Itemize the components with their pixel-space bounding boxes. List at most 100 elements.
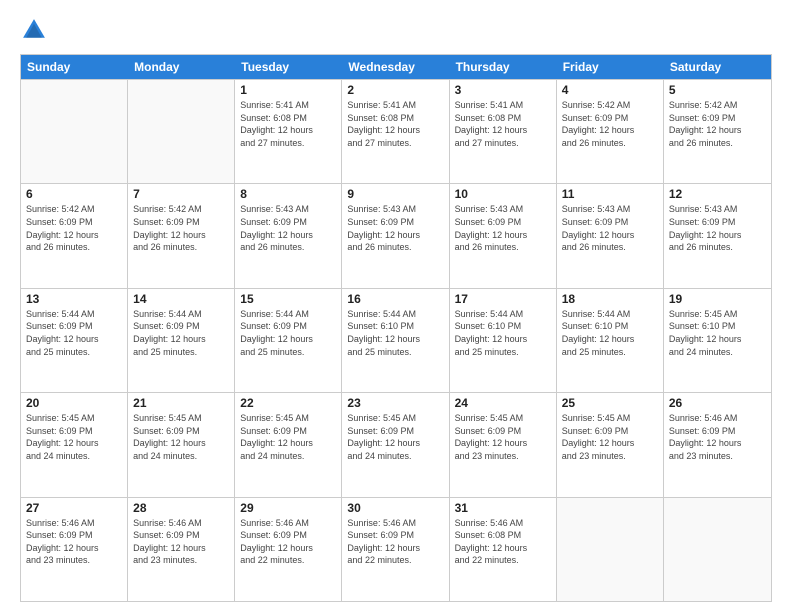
day-number: 21 (133, 396, 229, 410)
day-info: Sunrise: 5:45 AM Sunset: 6:09 PM Dayligh… (562, 412, 658, 462)
day-cell-18: 18 Sunrise: 5:44 AM Sunset: 6:10 PM Dayli… (557, 289, 664, 392)
day-cell-12: 12 Sunrise: 5:43 AM Sunset: 6:09 PM Dayli… (664, 184, 771, 287)
day-number: 12 (669, 187, 766, 201)
day-number: 15 (240, 292, 336, 306)
day-number: 2 (347, 83, 443, 97)
day-header-tuesday: Tuesday (235, 55, 342, 79)
day-cell-20: 20Sunrise: 5:45 AM Sunset: 6:09 PM Dayli… (21, 393, 128, 496)
day-number: 11 (562, 187, 658, 201)
day-cell-6: 6 Sunrise: 5:42 AM Sunset: 6:09 PM Daylig… (21, 184, 128, 287)
day-info: Sunrise: 5:45 AM Sunset: 6:09 PM Dayligh… (347, 412, 443, 462)
day-number: 8 (240, 187, 336, 201)
day-number: 1 (240, 83, 336, 97)
day-cell-13: 13 Sunrise: 5:44 AM Sunset: 6:09 PM Dayli… (21, 289, 128, 392)
logo-icon (20, 16, 48, 44)
day-info: Sunrise: 5:46 AM Sunset: 6:08 PM Dayligh… (455, 517, 551, 567)
day-cell-24: 24Sunrise: 5:45 AM Sunset: 6:09 PM Dayli… (450, 393, 557, 496)
empty-cell-4-6 (664, 498, 771, 601)
day-info: Sunrise: 5:43 AM Sunset: 6:09 PM Dayligh… (240, 203, 336, 253)
day-number: 4 (562, 83, 658, 97)
day-info: Sunrise: 5:41 AM Sunset: 6:08 PM Dayligh… (455, 99, 551, 149)
day-info: Sunrise: 5:45 AM Sunset: 6:09 PM Dayligh… (133, 412, 229, 462)
day-info: Sunrise: 5:44 AM Sunset: 6:09 PM Dayligh… (133, 308, 229, 358)
day-cell-7: 7Sunrise: 5:42 AM Sunset: 6:09 PM Daylig… (128, 184, 235, 287)
day-info: Sunrise: 5:46 AM Sunset: 6:09 PM Dayligh… (240, 517, 336, 567)
day-info: Sunrise: 5:45 AM Sunset: 6:09 PM Dayligh… (455, 412, 551, 462)
calendar-header: SundayMondayTuesdayWednesdayThursdayFrid… (21, 55, 771, 79)
day-info: Sunrise: 5:44 AM Sunset: 6:09 PM Dayligh… (240, 308, 336, 358)
day-info: Sunrise: 5:42 AM Sunset: 6:09 PM Dayligh… (562, 99, 658, 149)
empty-cell-4-5 (557, 498, 664, 601)
logo (20, 16, 52, 44)
day-cell-1: 1 Sunrise: 5:41 AM Sunset: 6:08 PM Daylig… (235, 80, 342, 183)
day-cell-17: 17Sunrise: 5:44 AM Sunset: 6:10 PM Dayli… (450, 289, 557, 392)
day-number: 30 (347, 501, 443, 515)
day-cell-21: 21 Sunrise: 5:45 AM Sunset: 6:09 PM Dayli… (128, 393, 235, 496)
day-info: Sunrise: 5:42 AM Sunset: 6:09 PM Dayligh… (26, 203, 122, 253)
day-number: 6 (26, 187, 122, 201)
day-number: 18 (562, 292, 658, 306)
day-info: Sunrise: 5:46 AM Sunset: 6:09 PM Dayligh… (347, 517, 443, 567)
empty-cell-0-1 (128, 80, 235, 183)
day-number: 13 (26, 292, 122, 306)
day-cell-31: 31 Sunrise: 5:46 AM Sunset: 6:08 PM Dayli… (450, 498, 557, 601)
calendar: SundayMondayTuesdayWednesdayThursdayFrid… (20, 54, 772, 602)
day-cell-8: 8 Sunrise: 5:43 AM Sunset: 6:09 PM Daylig… (235, 184, 342, 287)
day-header-wednesday: Wednesday (342, 55, 449, 79)
day-number: 7 (133, 187, 229, 201)
day-cell-26: 26Sunrise: 5:46 AM Sunset: 6:09 PM Dayli… (664, 393, 771, 496)
day-cell-15: 15 Sunrise: 5:44 AM Sunset: 6:09 PM Dayli… (235, 289, 342, 392)
day-number: 20 (26, 396, 122, 410)
day-cell-30: 30 Sunrise: 5:46 AM Sunset: 6:09 PM Dayli… (342, 498, 449, 601)
day-info: Sunrise: 5:45 AM Sunset: 6:10 PM Dayligh… (669, 308, 766, 358)
day-cell-28: 28 Sunrise: 5:46 AM Sunset: 6:09 PM Dayli… (128, 498, 235, 601)
day-header-saturday: Saturday (664, 55, 771, 79)
day-info: Sunrise: 5:43 AM Sunset: 6:09 PM Dayligh… (347, 203, 443, 253)
day-number: 22 (240, 396, 336, 410)
day-number: 27 (26, 501, 122, 515)
day-cell-27: 27 Sunrise: 5:46 AM Sunset: 6:09 PM Dayli… (21, 498, 128, 601)
day-cell-29: 29 Sunrise: 5:46 AM Sunset: 6:09 PM Dayli… (235, 498, 342, 601)
week-row-4: 20 Sunrise: 5:45 AM Sunset: 6:09 PM Dayli… (21, 392, 771, 496)
day-number: 16 (347, 292, 443, 306)
day-cell-25: 25 Sunrise: 5:45 AM Sunset: 6:09 PM Dayli… (557, 393, 664, 496)
week-row-2: 6 Sunrise: 5:42 AM Sunset: 6:09 PM Daylig… (21, 183, 771, 287)
day-info: Sunrise: 5:44 AM Sunset: 6:09 PM Dayligh… (26, 308, 122, 358)
day-cell-3: 3Sunrise: 5:41 AM Sunset: 6:08 PM Daylig… (450, 80, 557, 183)
day-info: Sunrise: 5:43 AM Sunset: 6:09 PM Dayligh… (669, 203, 766, 253)
day-cell-14: 14 Sunrise: 5:44 AM Sunset: 6:09 PM Dayli… (128, 289, 235, 392)
day-cell-23: 23 Sunrise: 5:45 AM Sunset: 6:09 PM Dayli… (342, 393, 449, 496)
day-info: Sunrise: 5:44 AM Sunset: 6:10 PM Dayligh… (562, 308, 658, 358)
day-number: 23 (347, 396, 443, 410)
day-cell-16: 16 Sunrise: 5:44 AM Sunset: 6:10 PM Dayli… (342, 289, 449, 392)
day-info: Sunrise: 5:46 AM Sunset: 6:09 PM Dayligh… (133, 517, 229, 567)
day-header-friday: Friday (557, 55, 664, 79)
day-header-thursday: Thursday (450, 55, 557, 79)
day-cell-19: 19Sunrise: 5:45 AM Sunset: 6:10 PM Dayli… (664, 289, 771, 392)
day-info: Sunrise: 5:44 AM Sunset: 6:10 PM Dayligh… (347, 308, 443, 358)
header (20, 16, 772, 44)
week-row-1: 1 Sunrise: 5:41 AM Sunset: 6:08 PM Daylig… (21, 79, 771, 183)
week-row-3: 13 Sunrise: 5:44 AM Sunset: 6:09 PM Dayli… (21, 288, 771, 392)
day-cell-4: 4 Sunrise: 5:42 AM Sunset: 6:09 PM Daylig… (557, 80, 664, 183)
day-info: Sunrise: 5:41 AM Sunset: 6:08 PM Dayligh… (240, 99, 336, 149)
calendar-body: 1 Sunrise: 5:41 AM Sunset: 6:08 PM Daylig… (21, 79, 771, 601)
day-header-monday: Monday (128, 55, 235, 79)
empty-cell-0-0 (21, 80, 128, 183)
day-number: 29 (240, 501, 336, 515)
day-info: Sunrise: 5:46 AM Sunset: 6:09 PM Dayligh… (669, 412, 766, 462)
day-info: Sunrise: 5:41 AM Sunset: 6:08 PM Dayligh… (347, 99, 443, 149)
day-number: 31 (455, 501, 551, 515)
day-cell-11: 11Sunrise: 5:43 AM Sunset: 6:09 PM Dayli… (557, 184, 664, 287)
day-info: Sunrise: 5:46 AM Sunset: 6:09 PM Dayligh… (26, 517, 122, 567)
day-cell-10: 10Sunrise: 5:43 AM Sunset: 6:09 PM Dayli… (450, 184, 557, 287)
day-number: 9 (347, 187, 443, 201)
day-info: Sunrise: 5:44 AM Sunset: 6:10 PM Dayligh… (455, 308, 551, 358)
day-info: Sunrise: 5:43 AM Sunset: 6:09 PM Dayligh… (455, 203, 551, 253)
day-number: 14 (133, 292, 229, 306)
day-cell-9: 9 Sunrise: 5:43 AM Sunset: 6:09 PM Daylig… (342, 184, 449, 287)
day-number: 25 (562, 396, 658, 410)
day-info: Sunrise: 5:45 AM Sunset: 6:09 PM Dayligh… (240, 412, 336, 462)
day-cell-2: 2 Sunrise: 5:41 AM Sunset: 6:08 PM Daylig… (342, 80, 449, 183)
day-number: 28 (133, 501, 229, 515)
